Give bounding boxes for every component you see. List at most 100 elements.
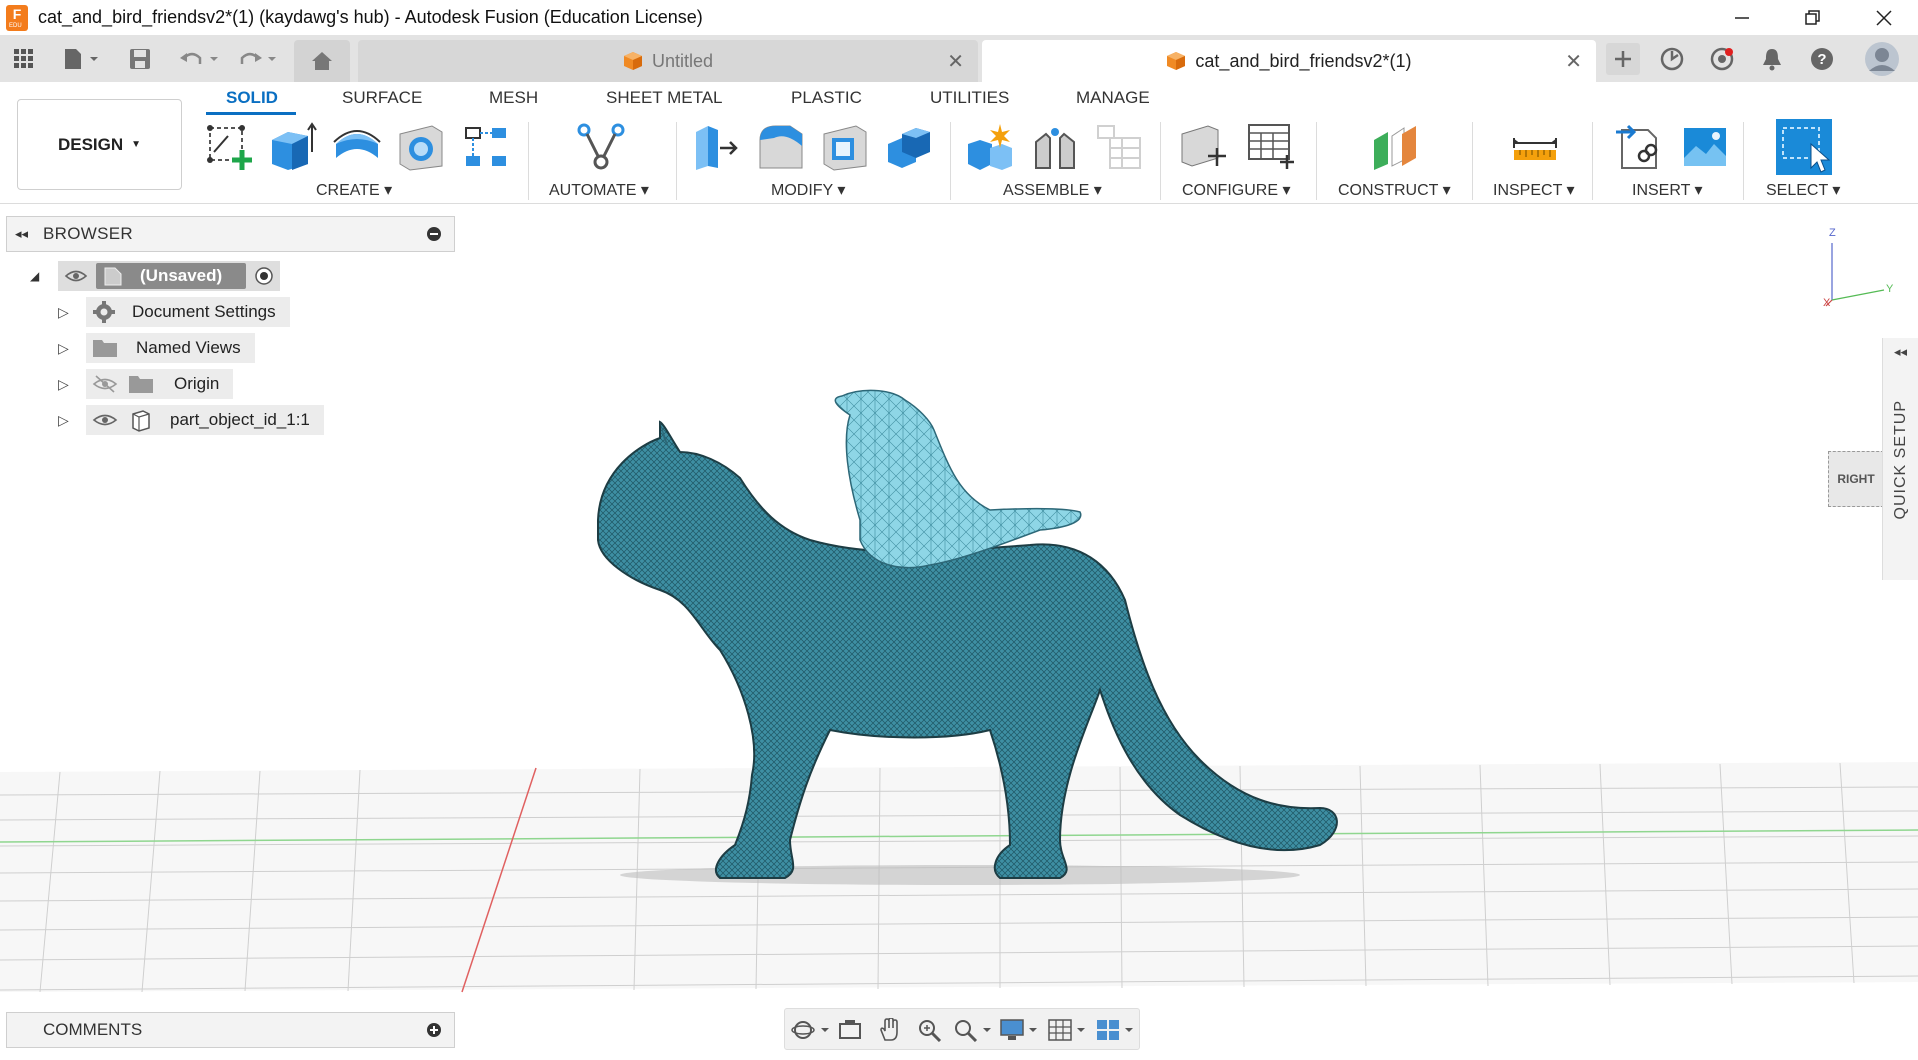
configure-parameters-icon[interactable]	[1178, 122, 1228, 172]
workspace-switcher[interactable]: DESIGN ▼	[17, 99, 182, 190]
pattern-icon[interactable]	[460, 122, 510, 172]
add-comment-icon[interactable]	[426, 1022, 442, 1038]
close-tab-icon[interactable]: ✕	[1565, 49, 1582, 74]
file-menu-icon[interactable]	[60, 45, 104, 73]
tab-plastic[interactable]: PLASTIC	[791, 88, 862, 108]
grid-snaps-icon[interactable]	[1047, 1018, 1087, 1042]
browser-item-origin[interactable]: ▷ Origin	[58, 369, 234, 399]
automate-icon[interactable]	[576, 122, 626, 172]
measure-icon[interactable]	[1510, 122, 1560, 172]
bom-table-icon[interactable]	[1094, 122, 1144, 172]
inspect-group-label[interactable]: INSPECT ▾	[1493, 180, 1575, 200]
expand-triangle-icon[interactable]: ▷	[58, 376, 69, 393]
modify-group-label[interactable]: MODIFY ▾	[771, 180, 845, 200]
display-settings-icon[interactable]	[999, 1018, 1039, 1042]
expand-triangle-icon[interactable]: ▷	[58, 304, 69, 321]
collapse-browser-icon[interactable]: ◂◂	[15, 226, 28, 242]
separator	[1592, 122, 1593, 200]
select-group-label[interactable]: SELECT ▾	[1766, 180, 1840, 200]
insert-group-label[interactable]: INSERT ▾	[1632, 180, 1703, 200]
tab-untitled[interactable]: Untitled ✕	[358, 40, 978, 82]
tab-cat-and-bird[interactable]: cat_and_bird_friendsv2*(1) ✕	[982, 40, 1596, 82]
activate-radio-icon[interactable]	[254, 266, 274, 286]
root-item[interactable]: (Unsaved)	[58, 261, 280, 291]
tab-solid[interactable]: SOLID	[226, 88, 278, 108]
home-tab-button[interactable]	[294, 40, 350, 82]
browser-item-document-settings[interactable]: ▷ Document Settings	[58, 297, 290, 327]
create-sketch-icon[interactable]	[204, 122, 254, 172]
bird-mesh-body[interactable]	[834, 389, 1082, 569]
eye-icon[interactable]	[92, 410, 118, 430]
fillet-icon[interactable]	[756, 122, 806, 172]
configuration-table-icon[interactable]	[1246, 122, 1296, 172]
tree-item[interactable]: Document Settings	[86, 297, 290, 327]
new-component-icon[interactable]	[964, 122, 1014, 172]
tab-utilities[interactable]: UTILITIES	[930, 88, 1009, 108]
notifications-bell-icon[interactable]	[1756, 43, 1788, 75]
plus-icon	[1615, 51, 1631, 67]
eye-icon[interactable]	[64, 267, 88, 285]
press-pull-icon[interactable]	[692, 122, 742, 172]
close-tab-icon[interactable]: ✕	[947, 49, 964, 74]
comments-label: COMMENTS	[43, 1020, 143, 1039]
data-panel-grid-icon[interactable]	[10, 45, 38, 73]
zoom-icon[interactable]	[917, 1018, 943, 1042]
configure-group-label[interactable]: CONFIGURE ▾	[1182, 180, 1290, 200]
tab-sheet-metal[interactable]: SHEET METAL	[606, 88, 723, 108]
minimize-panel-icon[interactable]	[426, 226, 442, 242]
restore-button[interactable]	[1783, 0, 1843, 35]
expand-triangle-icon[interactable]: ▷	[58, 412, 69, 429]
comments-panel-header[interactable]: COMMENTS	[6, 1012, 455, 1048]
tree-item[interactable]: Origin	[86, 369, 234, 399]
pan-hand-icon[interactable]	[877, 1018, 903, 1042]
browser-item-part-object[interactable]: ▷ part_object_id_1:1	[58, 405, 324, 435]
orbit-icon[interactable]	[791, 1018, 831, 1042]
create-group-label[interactable]: CREATE ▾	[316, 180, 392, 200]
quick-setup-panel[interactable]: ◂◂ QUICK SETUP	[1882, 338, 1918, 580]
help-icon[interactable]: ?	[1806, 43, 1838, 75]
new-tab-button[interactable]	[1606, 43, 1640, 75]
insert-canvas-icon[interactable]	[1680, 122, 1730, 172]
browser-item-named-views[interactable]: ▷ Named Views	[58, 333, 255, 363]
undo-icon[interactable]	[176, 45, 224, 73]
component-cube-icon	[1167, 52, 1186, 70]
combine-icon[interactable]	[884, 122, 934, 172]
tab-mesh[interactable]: MESH	[489, 88, 538, 108]
browser-root-row[interactable]: ◢ (Unsaved)	[30, 261, 280, 291]
root-label-highlight[interactable]: (Unsaved)	[96, 263, 246, 289]
redo-icon[interactable]	[234, 45, 282, 73]
assemble-group-label[interactable]: ASSEMBLE ▾	[1003, 180, 1102, 200]
collapse-icon[interactable]: ◂◂	[1894, 344, 1907, 360]
extrude-icon[interactable]	[268, 122, 318, 172]
tab-surface[interactable]: SURFACE	[342, 88, 422, 108]
extensions-icon[interactable]	[1706, 43, 1738, 75]
insert-derive-icon[interactable]	[1614, 122, 1664, 172]
hole-icon[interactable]	[396, 122, 446, 172]
minimize-button[interactable]	[1712, 0, 1772, 35]
viewcube[interactable]: RIGHT	[1828, 451, 1884, 507]
shell-icon[interactable]	[820, 122, 870, 172]
fit-zoom-icon[interactable]	[953, 1018, 993, 1042]
save-icon[interactable]	[126, 45, 154, 73]
select-icon[interactable]	[1775, 118, 1833, 176]
offset-plane-icon[interactable]	[1370, 122, 1420, 172]
axis-z-label: Z	[1829, 227, 1836, 239]
select-label: SELECT	[1766, 182, 1828, 199]
joint-icon[interactable]	[1030, 122, 1080, 172]
user-avatar[interactable]	[1864, 41, 1900, 77]
automate-group-label[interactable]: AUTOMATE ▾	[549, 180, 649, 200]
browser-panel-header[interactable]: ◂◂ BROWSER	[6, 216, 455, 252]
expand-triangle-icon[interactable]: ▷	[58, 340, 69, 357]
job-status-icon[interactable]	[1656, 43, 1688, 75]
tab-manage[interactable]: MANAGE	[1076, 88, 1150, 108]
tree-item[interactable]: part_object_id_1:1	[86, 405, 324, 435]
collapse-triangle-icon[interactable]: ◢	[30, 269, 58, 283]
look-at-icon[interactable]	[837, 1018, 863, 1042]
eye-hidden-icon[interactable]	[92, 374, 118, 394]
revolve-icon[interactable]	[332, 122, 382, 172]
close-window-button[interactable]	[1854, 0, 1914, 35]
tree-item[interactable]: Named Views	[86, 333, 255, 363]
tree-item-label: Document Settings	[132, 302, 276, 321]
construct-group-label[interactable]: CONSTRUCT ▾	[1338, 180, 1451, 200]
viewports-icon[interactable]	[1095, 1018, 1135, 1042]
